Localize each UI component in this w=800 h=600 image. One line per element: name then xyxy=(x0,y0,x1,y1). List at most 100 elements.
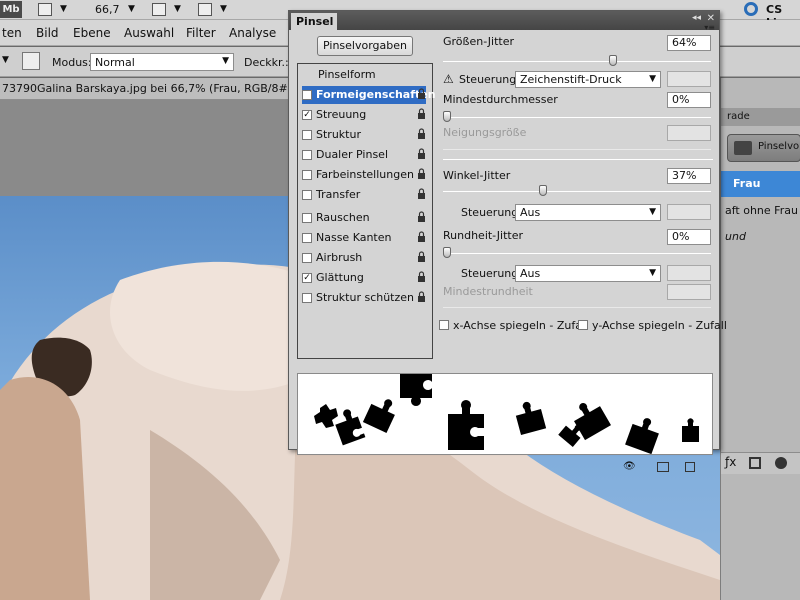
brush-presets-panel-button[interactable]: Pinselvo xyxy=(727,134,800,162)
size-jitter-slider[interactable] xyxy=(443,61,711,62)
menu-item-auswahl[interactable]: Auswahl xyxy=(124,26,174,40)
brush-option-formeigenschaften[interactable]: ✓ Formeigenschaften xyxy=(302,86,436,104)
option-checkbox[interactable] xyxy=(302,170,312,180)
flip-y-checkbox[interactable] xyxy=(578,320,588,330)
divider xyxy=(443,159,713,160)
min-roundness-label: Mindestrundheit xyxy=(443,285,533,298)
menu-item-ebene[interactable]: Ebene xyxy=(73,26,111,40)
brush-option-rauschen[interactable]: Rauschen xyxy=(302,209,426,227)
brush-option-transfer[interactable]: Transfer xyxy=(302,186,426,204)
angle-jitter-slider[interactable] xyxy=(443,191,711,192)
brush-option-gl-ttung[interactable]: ✓ Glättung xyxy=(302,269,426,287)
warning-icon: ⚠ xyxy=(443,72,454,86)
grid-icon[interactable] xyxy=(657,462,669,472)
modus-value: Normal xyxy=(95,56,135,69)
screen-mode-chevron-icon[interactable]: ▼ xyxy=(220,4,227,14)
layer-row[interactable]: aft ohne Frau xyxy=(721,198,800,224)
lock-icon[interactable] xyxy=(417,108,426,120)
option-checkbox[interactable] xyxy=(302,150,312,160)
roundness-jitter-slider[interactable] xyxy=(443,253,711,254)
lock-icon[interactable] xyxy=(417,231,426,243)
panel-tab-partial[interactable]: rade xyxy=(721,108,800,126)
screen-mode-icon[interactable] xyxy=(198,3,212,16)
list-header[interactable]: Pinselform xyxy=(302,66,426,84)
panel-titlebar[interactable]: Pinsel ◂◂ ✕ ▾≡ xyxy=(289,11,719,32)
fx-icon[interactable]: ƒx xyxy=(725,455,736,469)
menu-item-bild[interactable]: Bild xyxy=(36,26,59,40)
brush-option-struktur-sch-tzen[interactable]: Struktur schützen xyxy=(302,289,426,307)
option-checkbox[interactable] xyxy=(302,253,312,263)
menu-item-datei[interactable]: ten xyxy=(2,26,22,40)
lock-icon[interactable] xyxy=(417,188,426,200)
flip-x-checkbox[interactable] xyxy=(439,320,449,330)
layer-row[interactable]: und xyxy=(721,224,800,250)
size-jitter-input[interactable]: 64% xyxy=(667,35,711,51)
menu-item-analyse[interactable]: Analyse xyxy=(229,26,276,40)
chevron-down-icon[interactable]: ▼ xyxy=(60,4,67,14)
roundness-control-select[interactable]: Aus ▼ xyxy=(515,265,661,282)
document-tab[interactable]: 73790Galina Barskaya.jpg bei 66,7% (Frau… xyxy=(0,78,290,100)
option-checkbox[interactable]: ✓ xyxy=(302,90,312,100)
lock-icon[interactable] xyxy=(417,148,426,160)
lock-icon[interactable] xyxy=(417,211,426,223)
angle-jitter-input[interactable]: 37% xyxy=(667,168,711,184)
lock-icon[interactable] xyxy=(417,128,426,140)
lock-icon[interactable] xyxy=(417,168,426,180)
modus-select[interactable]: Normal ▼ xyxy=(90,53,234,71)
tab-pinsel[interactable]: Pinsel xyxy=(291,13,337,30)
panel-menu-icon[interactable]: ▾≡ xyxy=(704,23,715,32)
eye-brush-icon[interactable]: 👁 xyxy=(623,461,636,472)
brush-option-airbrush[interactable]: Airbrush xyxy=(302,249,426,267)
option-label: Dualer Pinsel xyxy=(316,148,388,161)
arrange-icon[interactable] xyxy=(152,3,166,16)
flip-y-label: y-Achse spiegeln - Zufall xyxy=(592,319,727,332)
arrange-chevron-icon[interactable]: ▼ xyxy=(174,4,181,14)
option-checkbox[interactable] xyxy=(302,190,312,200)
min-diameter-slider[interactable] xyxy=(443,117,711,118)
option-checkbox[interactable]: ✓ xyxy=(302,110,312,120)
mask-icon[interactable] xyxy=(749,457,761,469)
modus-chevron-icon: ▼ xyxy=(222,56,229,66)
brush-option-dualer-pinsel[interactable]: Dualer Pinsel xyxy=(302,146,426,164)
adjustment-icon[interactable] xyxy=(775,457,787,469)
option-checkbox[interactable] xyxy=(302,233,312,243)
tool-preset-chevron-icon[interactable]: ▼ xyxy=(2,55,9,65)
brush-option-struktur[interactable]: Struktur xyxy=(302,126,426,144)
lock-icon[interactable] xyxy=(417,88,426,100)
option-checkbox[interactable] xyxy=(302,293,312,303)
layers-footer: ƒx xyxy=(721,452,800,474)
size-jitter-slider-thumb[interactable] xyxy=(609,55,618,66)
collapse-icon[interactable]: ◂◂ xyxy=(692,13,701,23)
lock-icon[interactable] xyxy=(417,251,426,263)
brush-option-streuung[interactable]: ✓ Streuung xyxy=(302,106,426,124)
zoom-chevron-icon[interactable]: ▼ xyxy=(128,4,135,14)
layer-row-selected[interactable]: Frau xyxy=(721,171,800,197)
frame-icon[interactable] xyxy=(38,3,52,16)
min-diameter-slider-thumb[interactable] xyxy=(443,111,451,122)
brush-presets-panel-label: Pinselvo xyxy=(758,141,800,152)
option-label: Streuung xyxy=(316,108,367,121)
size-control-select[interactable]: Zeichenstift-Druck ▼ xyxy=(515,71,661,88)
right-panel-dock: rade Pinselvo Frau aft ohne Frau und ƒx xyxy=(720,78,800,600)
brush-presets-button[interactable]: Pinselvorgaben xyxy=(317,36,413,56)
option-checkbox[interactable]: ✓ xyxy=(302,273,312,283)
lock-icon[interactable] xyxy=(417,271,426,283)
zoom-level[interactable]: 66,7 xyxy=(95,3,120,16)
roundness-jitter-slider-thumb[interactable] xyxy=(443,247,451,258)
option-label: Nasse Kanten xyxy=(316,231,392,244)
brush-option-farbeinstellungen[interactable]: Farbeinstellungen xyxy=(302,166,426,184)
angle-control-select[interactable]: Aus ▼ xyxy=(515,204,661,221)
option-checkbox[interactable] xyxy=(302,213,312,223)
menu-item-filter[interactable]: Filter xyxy=(186,26,216,40)
angle-jitter-slider-thumb[interactable] xyxy=(539,185,548,196)
option-label: Airbrush xyxy=(316,251,363,264)
roundness-jitter-label: Rundheit-Jitter xyxy=(443,229,523,242)
lock-icon[interactable] xyxy=(417,291,426,303)
brush-option-nasse-kanten[interactable]: Nasse Kanten xyxy=(302,229,426,247)
roundness-jitter-input[interactable]: 0% xyxy=(667,229,711,245)
chevron-down-icon: ▼ xyxy=(649,207,656,217)
new-preset-icon[interactable] xyxy=(685,462,695,472)
option-checkbox[interactable] xyxy=(302,130,312,140)
brush-panel-toggle-icon[interactable] xyxy=(22,52,40,70)
min-diameter-input[interactable]: 0% xyxy=(667,92,711,108)
